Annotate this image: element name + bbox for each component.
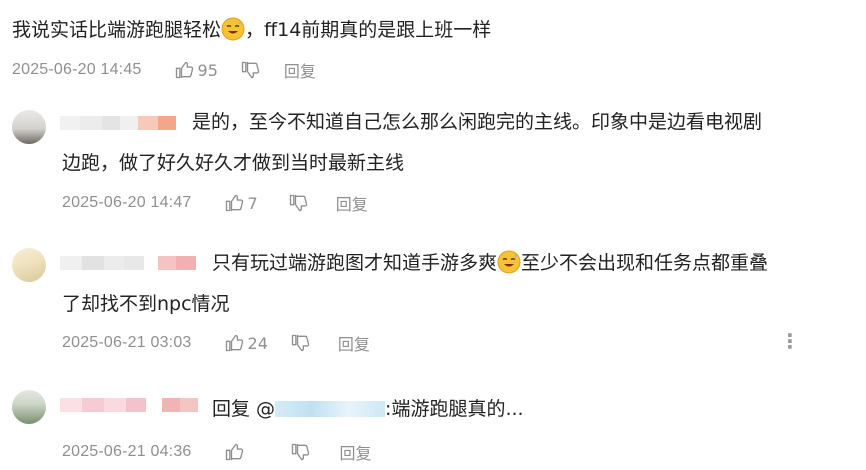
comment-3-like-count: 24 [247,333,268,353]
comment-2-reply-button[interactable]: 回复 [336,191,368,215]
comment-4-like-button[interactable] [224,442,244,462]
thumb-up-icon [224,193,244,213]
comment-4-avatar[interactable] [12,390,46,424]
comment-3-username-blurred[interactable] [60,256,196,270]
comment-3-meta: 2025-06-21 03:03 24 回复 [62,331,370,355]
comment-1-text-a: 我说实话比端游跑腿轻松 [12,19,222,41]
grinning-sweat-emoji-icon [221,17,245,41]
comment-2-username-blurred[interactable] [60,116,176,130]
comment-3-text-b: 至少不会出现和任务点都重叠 [521,252,769,274]
thumb-down-icon [288,193,308,213]
comment-4-dislike-button[interactable] [290,442,310,462]
comment-1-dislike-button[interactable] [240,60,260,80]
comment-4-meta: 2025-06-21 04:36 回复 [62,440,372,464]
reply-prefix: 回复 @ [212,398,276,420]
thumb-down-icon [240,60,260,80]
comment-4-reply-button[interactable]: 回复 [340,440,372,464]
mention-blurred[interactable] [275,401,386,417]
comment-3-dislike-button[interactable] [290,333,310,353]
thumb-down-icon [290,442,310,462]
comment-2-like-button[interactable]: 7 [224,193,258,213]
comment-1-meta: 2025-06-20 14:45 95 回复 [12,58,316,82]
comment-3-timestamp: 2025-06-21 03:03 [62,334,192,351]
comment-2-avatar[interactable] [12,110,46,144]
thumb-down-icon [290,333,310,353]
comment-3-text-line1: 只有玩过端游跑图才知道手游多爽 至少不会出现和任务点都重叠 [212,248,768,278]
comment-2-dislike-button[interactable] [288,193,308,213]
comment-1-timestamp: 2025-06-20 14:45 [12,61,142,78]
comment-1-like-button[interactable]: 95 [174,60,218,80]
comment-2-text-line2: 边跑，做了好久好久才做到当时最新主线 [62,152,405,174]
comment-1-like-count: 95 [197,60,218,80]
more-options-icon[interactable]: ⋮ [780,331,800,351]
comment-2-text-line1: 是的，至今不知道自己怎么那么闲跑完的主线。印象中是边看电视剧 [192,111,763,133]
comment-2-meta: 2025-06-20 14:47 7 回复 [62,191,368,215]
reply-quote-text: :端游跑腿真的... [385,398,524,420]
comment-3-text-a: 只有玩过端游跑图才知道手游多爽 [212,252,498,274]
comment-4-text: 回复 @ :端游跑腿真的... [212,394,524,424]
thumb-up-icon [224,442,244,462]
comment-4-timestamp: 2025-06-21 04:36 [62,443,192,460]
comment-2-timestamp: 2025-06-20 14:47 [62,194,192,211]
comment-3-avatar[interactable] [12,248,46,282]
comment-4-username-blurred[interactable] [60,398,200,412]
comment-1-reply-button[interactable]: 回复 [284,58,316,82]
comment-2-like-count: 7 [247,193,258,213]
comment-1-text: 我说实话比端游跑腿轻松 ，ff14前期真的是跟上班一样 [12,15,491,45]
comment-3-text-line2: 了却找不到npc情况 [62,293,230,315]
comment-1-text-b: ，ff14前期真的是跟上班一样 [245,19,492,41]
comment-3-like-button[interactable]: 24 [224,333,268,353]
comment-3-reply-button[interactable]: 回复 [338,331,370,355]
thumb-up-icon [174,60,194,80]
grinning-sweat-emoji-icon [497,250,521,274]
thumb-up-icon [224,333,244,353]
